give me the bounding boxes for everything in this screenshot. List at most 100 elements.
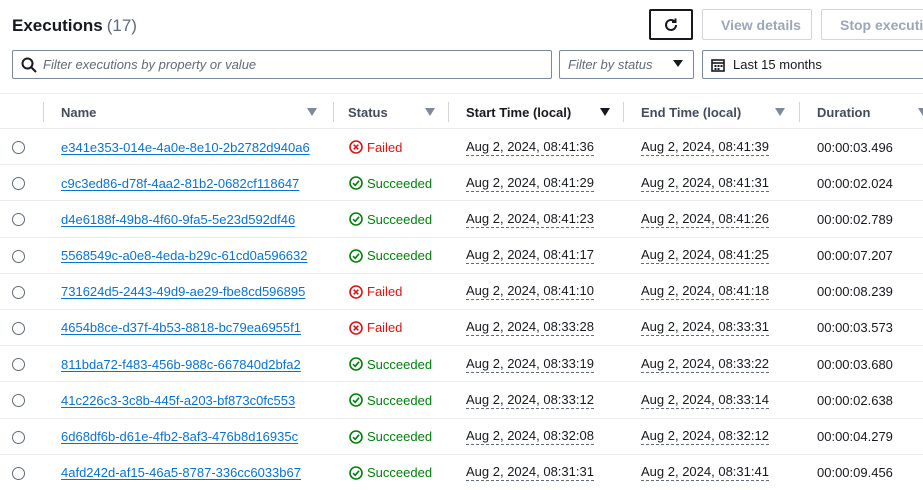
end-time-value[interactable]: Aug 2, 2024, 08:41:25 [641,247,769,265]
row-select-radio[interactable] [12,141,25,154]
column-header-name[interactable]: Name [43,94,334,130]
start-time-value[interactable]: Aug 2, 2024, 08:33:12 [466,392,594,409]
duration-value: 00:00:02.024 [817,175,893,191]
execution-name-link[interactable]: 41c226c3-3c8b-445f-a203-bf873c0fc553 [61,393,295,408]
column-header-status[interactable]: Status [333,94,450,130]
duration-value: 00:00:02.789 [817,211,893,227]
row-select-radio[interactable] [12,213,25,227]
start-time-value[interactable]: Aug 2, 2024, 08:41:17 [466,247,594,265]
cell-status: Failed [349,310,402,346]
start-time-value[interactable]: Aug 2, 2024, 08:33:28 [466,319,594,337]
cell-duration: 00:00:04.279 [817,419,893,455]
row-select-radio[interactable] [12,394,25,408]
date-range-picker[interactable]: Last 15 months [702,50,923,79]
end-time-value[interactable]: Aug 2, 2024, 08:41:31 [641,175,769,192]
status-badge: Succeeded [349,465,432,480]
success-check-icon [349,393,363,408]
cell-status: Succeeded [349,165,432,201]
table-row[interactable]: 41c226c3-3c8b-445f-a203-bf873c0fc553 Suc… [0,382,923,419]
execution-name-link[interactable]: 5568549c-a0e8-4eda-b29c-61cd0a596632 [61,248,308,263]
cell-name: 4afd242d-af15-46a5-8787-336cc6033b67 [61,455,301,490]
row-select-radio[interactable] [12,430,25,444]
column-label-name: Name [61,104,97,120]
status-badge: Failed [349,140,402,155]
execution-name-link[interactable]: 4654b8ce-d37f-4b53-8818-bc79ea6955f1 [61,320,301,335]
search-placeholder: Filter executions by property or value [43,57,257,72]
stop-execution-button[interactable]: Stop execution [821,9,923,40]
status-filter-select[interactable]: Filter by status [559,50,694,79]
table-row[interactable]: e341e353-014e-4a0e-8e10-2b2782d940a6 Fai… [0,129,923,166]
table-row[interactable]: 5568549c-a0e8-4eda-b29c-61cd0a596632 Suc… [0,238,923,274]
cell-status: Succeeded [349,346,432,382]
status-label: Succeeded [367,175,433,191]
column-header-end-time[interactable]: End Time (local) [624,94,800,130]
table-row[interactable]: d4e6188f-49b8-4f60-9fa5-5e23d592df46 Suc… [0,201,923,238]
table-row[interactable]: c9c3ed86-d78f-4aa2-81b2-0682cf118647 Suc… [0,165,923,202]
execution-name-link[interactable]: c9c3ed86-d78f-4aa2-81b2-0682cf118647 [61,176,299,191]
page-title: Executions (17) [12,16,137,36]
status-badge: Failed [349,284,402,299]
start-time-value[interactable]: Aug 2, 2024, 08:41:36 [466,139,594,156]
table-row[interactable]: 6d68df6b-d61e-4fb2-8af3-476b8d16935c Suc… [0,419,923,455]
success-check-icon [349,429,363,444]
execution-name-link[interactable]: e341e353-014e-4a0e-8e10-2b2782d940a6 [61,140,310,155]
row-select-radio[interactable] [12,285,25,299]
column-header-duration[interactable]: Duration [800,94,923,130]
execution-name-link[interactable]: d4e6188f-49b8-4f60-9fa5-5e23d592df46 [61,212,295,227]
row-select-radio[interactable] [12,466,25,480]
column-header-start-time[interactable]: Start Time (local) [450,94,624,130]
start-time-value[interactable]: Aug 2, 2024, 08:41:10 [466,283,594,301]
end-time-value[interactable]: Aug 2, 2024, 08:33:22 [641,356,769,373]
executions-table: Name Status Start Time (local) End Time … [0,93,923,490]
end-time-value[interactable]: Aug 2, 2024, 08:41:26 [641,211,769,228]
cell-name: e341e353-014e-4a0e-8e10-2b2782d940a6 [61,129,310,165]
row-select-radio[interactable] [12,321,25,335]
end-time-value[interactable]: Aug 2, 2024, 08:41:39 [641,139,769,156]
start-time-value[interactable]: Aug 2, 2024, 08:31:31 [466,464,594,482]
cell-duration: 00:00:02.024 [817,165,893,201]
title-text: Executions [12,16,103,35]
execution-name-link[interactable]: 6d68df6b-d61e-4fb2-8af3-476b8d16935c [61,429,298,444]
start-time-value[interactable]: Aug 2, 2024, 08:41:29 [466,175,594,192]
end-time-value[interactable]: Aug 2, 2024, 08:33:31 [641,319,769,337]
execution-name-link[interactable]: 731624d5-2443-49d9-ae29-fbe8cd596895 [61,284,305,299]
status-filter-placeholder: Filter by status [568,57,653,72]
status-label: Failed [367,139,403,155]
search-input[interactable]: Filter executions by property or value [12,50,552,79]
status-badge: Succeeded [349,176,432,191]
start-time-value[interactable]: Aug 2, 2024, 08:33:19 [466,356,594,373]
row-select-radio[interactable] [12,177,25,191]
execution-name-link[interactable]: 811bda72-f483-456b-988c-667840d2bfa2 [61,357,301,372]
cell-start-time: Aug 2, 2024, 08:33:28 [466,310,594,346]
table-row[interactable]: 4654b8ce-d37f-4b53-8818-bc79ea6955f1 Fai… [0,310,923,347]
view-details-button[interactable]: View details [702,9,812,40]
end-time-value[interactable]: Aug 2, 2024, 08:32:12 [641,428,769,445]
end-time-value[interactable]: Aug 2, 2024, 08:31:41 [641,464,769,482]
table-row[interactable]: 731624d5-2443-49d9-ae29-fbe8cd596895 Fai… [0,274,923,310]
duration-value: 00:00:02.638 [817,392,893,408]
column-divider [448,102,449,122]
cell-start-time: Aug 2, 2024, 08:41:10 [466,274,594,310]
row-select-radio[interactable] [12,249,25,263]
column-label-status: Status [348,104,388,120]
cell-name: c9c3ed86-d78f-4aa2-81b2-0682cf118647 [61,165,299,201]
column-divider [43,102,44,122]
execution-name-link[interactable]: 4afd242d-af15-46a5-8787-336cc6033b67 [61,465,301,480]
end-time-value[interactable]: Aug 2, 2024, 08:33:14 [641,392,769,409]
status-label: Succeeded [367,211,433,227]
table-row[interactable]: 811bda72-f483-456b-988c-667840d2bfa2 Suc… [0,346,923,383]
duration-value: 00:00:07.207 [817,248,893,264]
duration-value: 00:00:03.573 [817,320,893,336]
cell-duration: 00:00:08.239 [817,274,893,310]
refresh-button[interactable] [649,9,693,40]
error-x-icon [349,321,363,335]
end-time-value[interactable]: Aug 2, 2024, 08:41:18 [641,283,769,301]
cell-end-time: Aug 2, 2024, 08:31:41 [641,455,769,490]
calendar-icon [711,58,725,77]
start-time-value[interactable]: Aug 2, 2024, 08:32:08 [466,428,594,445]
row-select-radio[interactable] [12,358,25,372]
cell-start-time: Aug 2, 2024, 08:31:31 [466,455,594,490]
table-row[interactable]: 4afd242d-af15-46a5-8787-336cc6033b67 Suc… [0,455,923,490]
search-icon [21,57,37,78]
start-time-value[interactable]: Aug 2, 2024, 08:41:23 [466,211,594,228]
